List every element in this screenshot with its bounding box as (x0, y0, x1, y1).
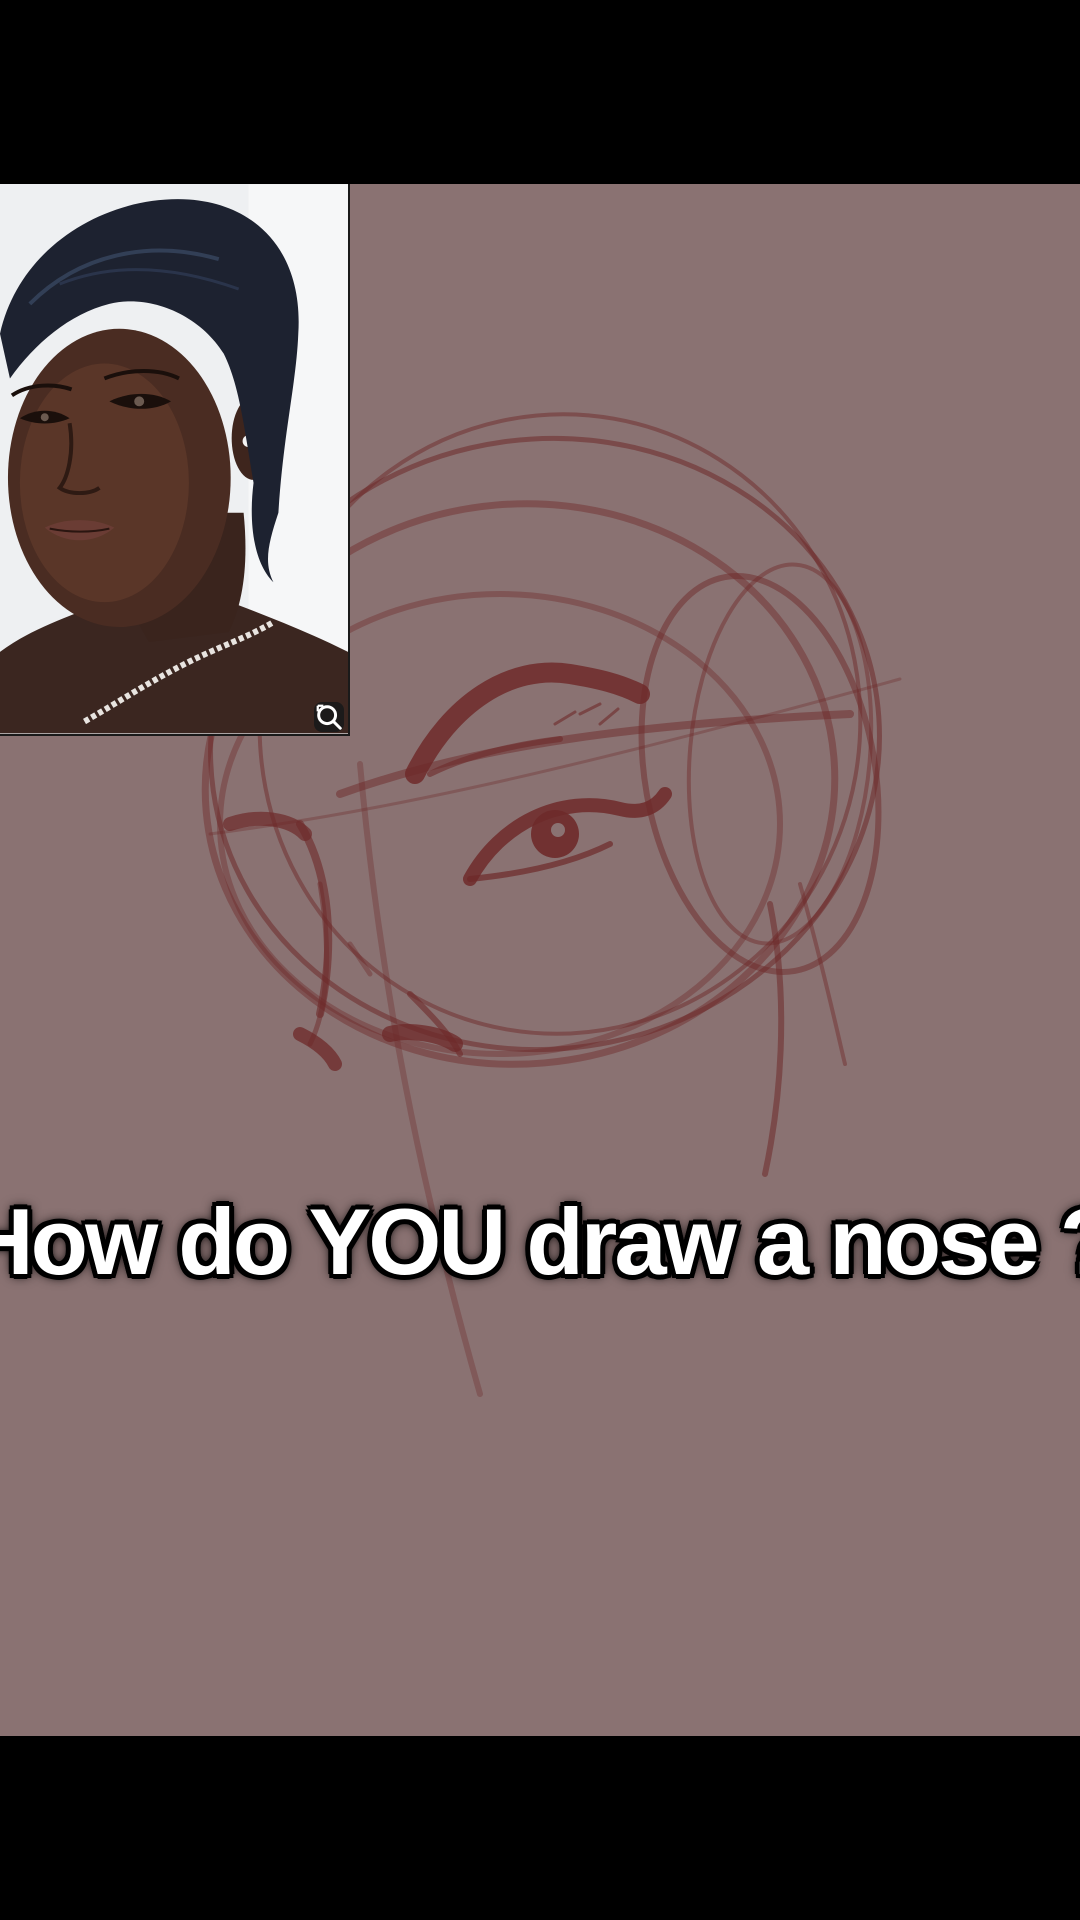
video-frame: How do YOU draw a nose ? (0, 0, 1080, 1920)
lens-search-button[interactable] (314, 702, 344, 732)
video-caption: How do YOU draw a nose ? (0, 1189, 1080, 1294)
bottom-letterbox (0, 1736, 1080, 1920)
top-letterbox (0, 0, 1080, 184)
reference-photo[interactable] (0, 184, 350, 736)
lens-search-icon (316, 704, 342, 730)
drawing-canvas (0, 184, 1080, 1736)
portrait-image (0, 184, 348, 734)
